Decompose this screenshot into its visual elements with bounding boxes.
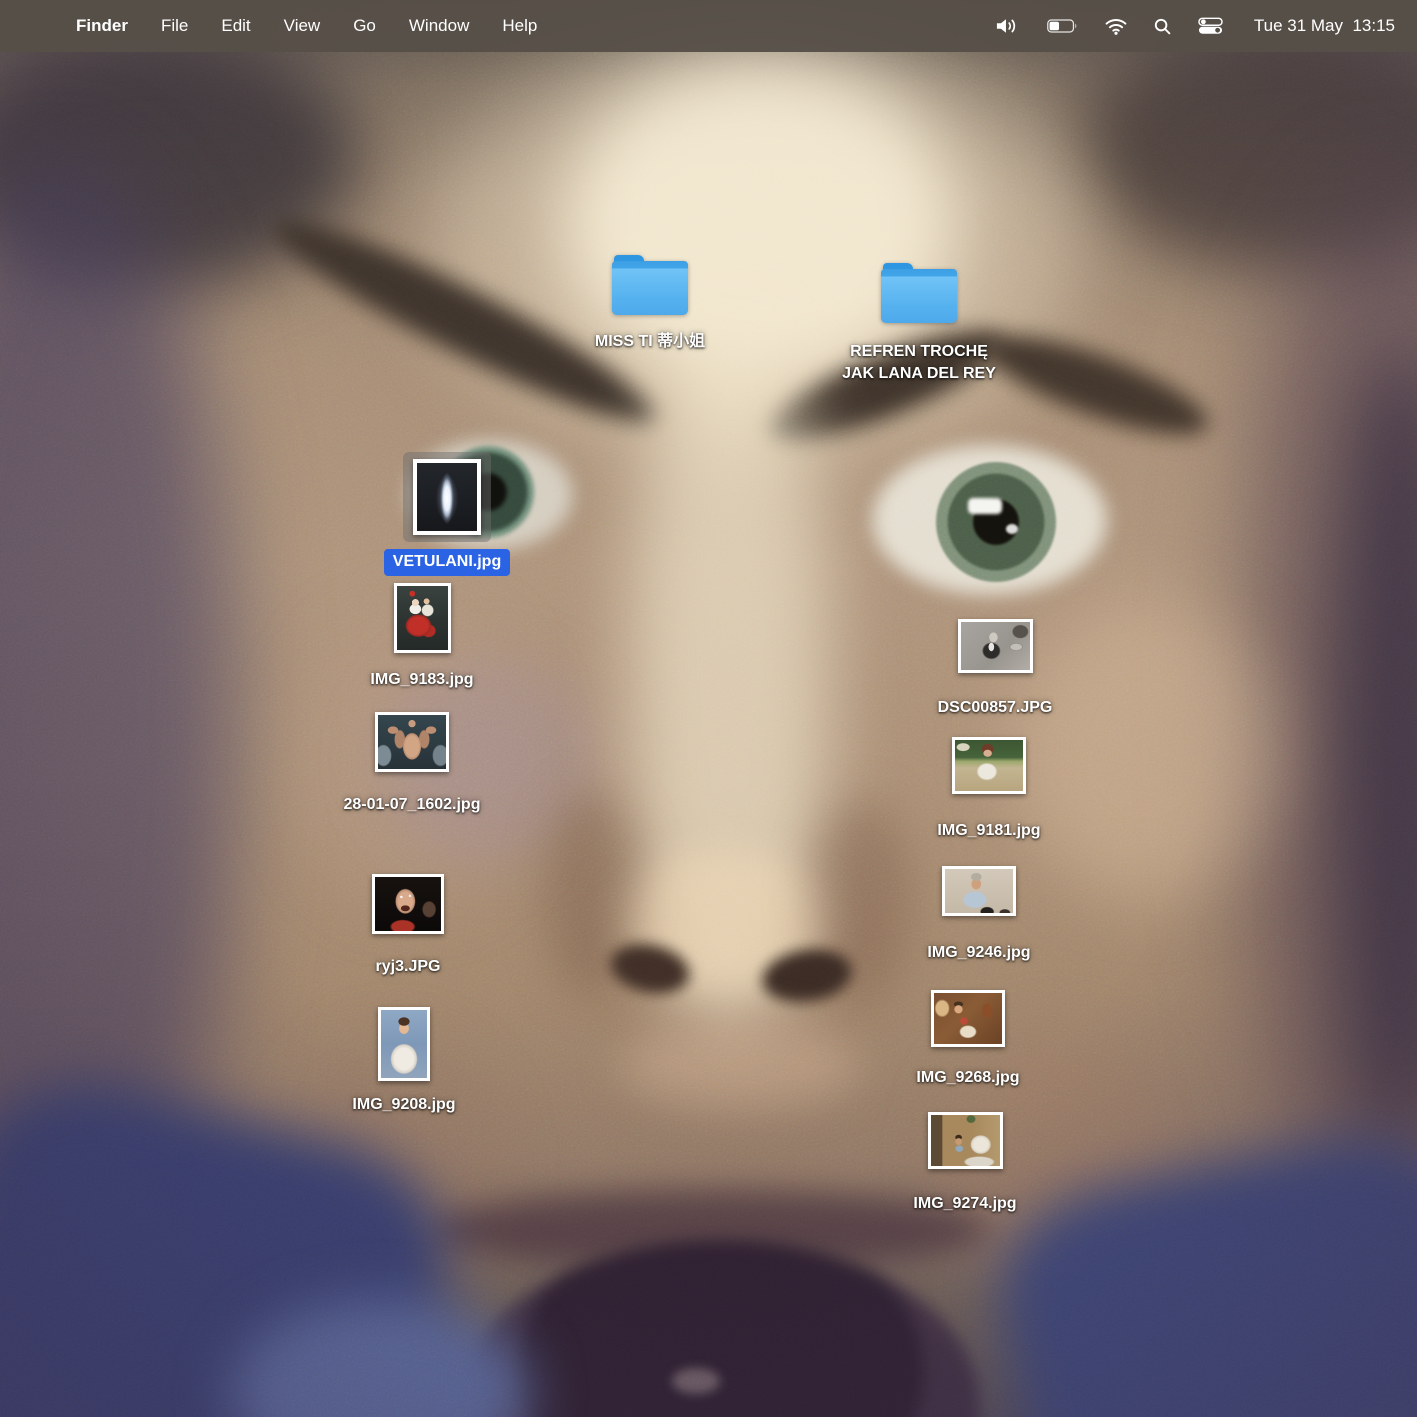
desktop-wallpaper (0, 0, 1417, 1417)
spotlight-search-icon[interactable] (1154, 18, 1171, 35)
face-nose-tip (620, 850, 830, 990)
face-hair-right (1080, 20, 1417, 270)
face-nostril-right (758, 943, 855, 1008)
menu-bar: Finder File Edit View Go Window Help (0, 0, 1417, 52)
file-label: IMG_9181.jpg (937, 820, 1040, 842)
photo-thumbnail-child-desk (928, 1112, 1003, 1169)
desktop-folder-refren[interactable]: REFREN TROCHĘ JAK LANA DEL REY (834, 263, 1004, 386)
photo-thumbnail-woman-outdoors (952, 737, 1026, 794)
desktop-file-img9246[interactable]: IMG_9246.jpg (904, 866, 1054, 964)
face-nose-shadow-left (545, 790, 640, 1000)
file-label: IMG_9274.jpg (913, 1193, 1016, 1215)
app-menus: Finder File Edit View Go Window Help (76, 16, 537, 36)
face-open-mouth (460, 1240, 980, 1417)
file-label: IMG_9246.jpg (927, 942, 1030, 964)
face-upper-lip-highlight (620, 1020, 860, 1110)
file-label: IMG_9183.jpg (370, 669, 473, 691)
face-shadow-right-dark (1330, 350, 1417, 1150)
battery-icon[interactable] (1047, 19, 1078, 33)
folder-label: REFREN TROCHĘ JAK LANA DEL REY (842, 341, 996, 386)
face-right-iris (936, 462, 1056, 582)
control-center-icon[interactable] (1198, 17, 1223, 35)
wifi-icon[interactable] (1105, 18, 1127, 35)
menu-go[interactable]: Go (353, 16, 376, 36)
photo-thumbnail-gray-haired-man (942, 866, 1016, 916)
menu-edit[interactable]: Edit (221, 16, 250, 36)
clothing-highlight (230, 1300, 530, 1417)
status-tray: Tue 31 May 13:15 (995, 16, 1395, 36)
wallpaper-vignette (0, 0, 1417, 1417)
desktop-file-28-01-07[interactable]: 28-01-07_1602.jpg (337, 712, 487, 816)
photo-thumbnail-child-table (931, 990, 1005, 1047)
photo-thumbnail-flexing-man (375, 712, 449, 772)
menu-clock[interactable]: Tue 31 May 13:15 (1254, 16, 1395, 36)
desktop-file-dsc00857[interactable]: DSC00857.JPG (920, 619, 1070, 719)
face-right-eye-glint (968, 498, 1002, 514)
folder-label: MISS TI 蒂小姐 (595, 331, 705, 353)
menu-finder[interactable]: Finder (76, 16, 128, 36)
volume-icon[interactable] (995, 17, 1020, 35)
menu-help[interactable]: Help (502, 16, 537, 36)
face-forehead-glow-outer (430, 30, 1080, 460)
folder-label-line2: JAK LANA DEL REY (842, 363, 996, 385)
menu-window[interactable]: Window (409, 16, 469, 36)
face-teeth-glint (672, 1368, 720, 1394)
file-label: DSC00857.JPG (938, 697, 1053, 719)
photo-thumbnail-surprised-face (372, 874, 444, 934)
menu-file[interactable]: File (161, 16, 188, 36)
macos-desktop: Finder File Edit View Go Window Help (0, 0, 1417, 1417)
desktop-file-img9274[interactable]: IMG_9274.jpg (890, 1112, 1040, 1215)
face-right-eye-glint-small (1006, 524, 1018, 534)
clothing-right-shoulder (980, 1114, 1417, 1417)
menu-view[interactable]: View (284, 16, 321, 36)
photo-thumbnail-santa (394, 583, 451, 653)
file-label: 28-01-07_1602.jpg (344, 794, 481, 816)
face-hair-left (0, 30, 360, 290)
file-label: IMG_9208.jpg (352, 1094, 455, 1116)
face-nose-bridge-glow (630, 330, 830, 1030)
desktop-file-ryj3[interactable]: ryj3.JPG (333, 874, 483, 978)
desktop-file-img9181[interactable]: IMG_9181.jpg (914, 737, 1064, 842)
face-shadow-right-edge (1230, 180, 1417, 1230)
file-label-selected: VETULANI.jpg (384, 549, 510, 576)
folder-icon (612, 255, 688, 315)
desktop-file-img9208[interactable]: IMG_9208.jpg (329, 1007, 479, 1116)
selection-highlight (403, 452, 491, 542)
desktop-file-img9183[interactable]: IMG_9183.jpg (347, 583, 497, 691)
face-right-eye-white (872, 445, 1107, 595)
folder-icon (881, 263, 957, 323)
file-label: IMG_9268.jpg (916, 1067, 1019, 1089)
face-shadow-left-edge (0, 160, 240, 1310)
folder-label-line1: REFREN TROCHĘ (842, 341, 996, 363)
desktop-file-img9268[interactable]: IMG_9268.jpg (893, 990, 1043, 1089)
file-label: ryj3.JPG (376, 956, 441, 978)
photo-thumbnail-bw-man (958, 619, 1033, 673)
photo-thumbnail-school-boy (378, 1007, 430, 1081)
face-nose-shadow-right (810, 800, 910, 1005)
desktop-file-vetulani[interactable]: VETULANI.jpg (372, 452, 522, 576)
photo-thumbnail-glowing-figure (413, 459, 481, 535)
webcam-noise-overlay (0, 0, 1417, 1417)
face-eyebrow-right-outer (972, 316, 1218, 454)
face-nostril-left (606, 937, 694, 1001)
desktop-folder-miss-ti[interactable]: MISS TI 蒂小姐 (575, 255, 725, 353)
